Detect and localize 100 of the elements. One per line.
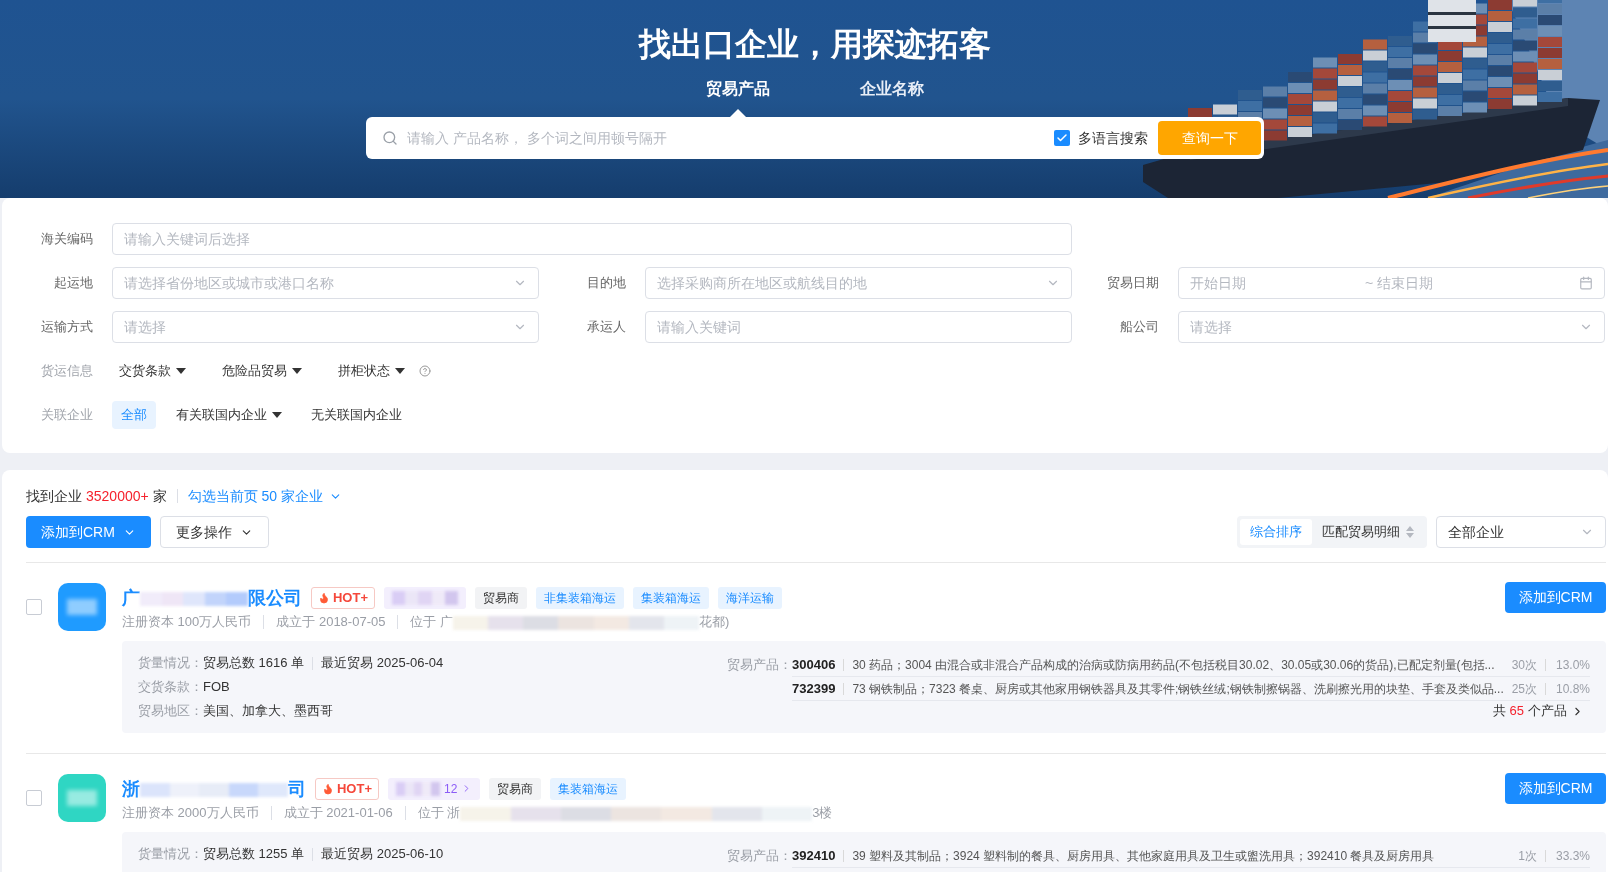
stat-value: 最近贸易 2025-06-04 bbox=[321, 654, 444, 673]
hs-code: 732399 bbox=[792, 679, 836, 698]
stat-value: 贸易总数 1616 单 bbox=[203, 654, 305, 673]
multilang-checkbox[interactable] bbox=[1054, 130, 1070, 146]
row-checkbox[interactable] bbox=[26, 599, 42, 615]
search-tab[interactable]: 贸易产品 bbox=[706, 77, 770, 101]
text-input[interactable]: 请输入关键词 bbox=[645, 311, 1072, 343]
calendar-icon bbox=[1579, 276, 1593, 290]
row-checkbox[interactable] bbox=[26, 790, 42, 806]
hot-label: HOT+ bbox=[332, 588, 368, 607]
text-input[interactable]: 请输入关键词后选择 bbox=[112, 223, 1072, 255]
select-field[interactable]: 请选择省份地区或城市或港口名称 bbox=[112, 267, 539, 299]
type-tag: 贸易商 bbox=[489, 777, 542, 800]
shipping-tag: 集装箱海运 bbox=[632, 586, 709, 609]
stat-value: 最近贸易 2025-06-10 bbox=[321, 845, 444, 864]
company-address: 位于 广 花都) bbox=[410, 613, 730, 632]
filter-label: 目的地 bbox=[586, 274, 627, 293]
more-actions-button[interactable]: 更多操作 bbox=[159, 516, 269, 548]
add-to-crm-button[interactable]: 添加到CRM bbox=[26, 516, 151, 548]
filter-label: 货运信息 bbox=[40, 362, 94, 381]
results-count: 找到企业 3520000+ 家 bbox=[26, 486, 167, 506]
filter-label: 起运地 bbox=[53, 274, 94, 293]
filter-label: 海关编码 bbox=[40, 230, 94, 249]
trade-times: 30次 bbox=[1511, 656, 1537, 674]
end-date-input[interactable]: 结束日期 bbox=[1377, 272, 1579, 294]
select-input[interactable]: 选择采购商所在地区或航线目的地 bbox=[657, 272, 1046, 294]
tab-pointer-icon bbox=[730, 109, 746, 117]
stat-label: 交货条款： bbox=[138, 678, 203, 697]
company-name[interactable]: 广 限公司 bbox=[122, 585, 302, 610]
range-separator: ~ bbox=[1365, 273, 1374, 293]
flame-icon bbox=[317, 591, 330, 604]
add-to-crm-button[interactable]: 添加到CRM bbox=[1505, 582, 1606, 613]
filter-label: 船公司 bbox=[1119, 318, 1160, 337]
stat-label: 贸易地区： bbox=[138, 702, 203, 721]
search-icon bbox=[382, 130, 398, 146]
select-field[interactable]: 请选择 bbox=[1178, 311, 1605, 343]
group-tag[interactable]: 12 bbox=[388, 777, 481, 800]
hot-label: HOT+ bbox=[336, 779, 372, 798]
stat-value: 贸易总数 1255 单 bbox=[203, 845, 305, 864]
sort-option[interactable]: 匹配贸易明细 bbox=[1312, 519, 1424, 545]
sort-option[interactable]: 综合排序 bbox=[1240, 519, 1312, 545]
select-page-link[interactable]: 勾选当前页 50 家企业 bbox=[187, 485, 343, 507]
trade-share: 13.0% bbox=[1554, 656, 1590, 674]
product-total-link[interactable]: 共 65 个产品 bbox=[1492, 701, 1590, 721]
banner-title: 找出口企业，用探迹拓客 bbox=[639, 25, 991, 64]
registered-capital: 注册资本 2000万人民币 bbox=[122, 804, 259, 823]
related-option[interactable]: 无关联国内企业 bbox=[302, 401, 411, 429]
caret-down-icon bbox=[176, 368, 186, 374]
stat-label: 货量情况： bbox=[138, 845, 203, 864]
search-bar[interactable]: 请输入 产品名称， 多个词之间用顿号隔开 多语言搜索 查询一下 bbox=[366, 117, 1264, 159]
founded-date: 成立于 2021-01-06 bbox=[283, 804, 393, 823]
group-tag[interactable] bbox=[384, 586, 466, 609]
select-field[interactable]: 请选择 bbox=[112, 311, 539, 343]
sort-icon bbox=[1406, 526, 1414, 538]
scope-select[interactable]: 全部企业 bbox=[1436, 516, 1606, 548]
select-input[interactable]: 请选择 bbox=[1190, 316, 1579, 338]
filter-dropdown[interactable]: 拼柜状态 bbox=[331, 357, 412, 385]
trade-share: 10.8% bbox=[1554, 680, 1590, 698]
select-input[interactable]: 请选择 bbox=[124, 316, 513, 338]
search-tab[interactable]: 企业名称 bbox=[860, 77, 924, 101]
stat-value: FOB bbox=[203, 678, 230, 697]
stat-label: 货量情况： bbox=[138, 654, 203, 673]
hs-code: 300406 bbox=[792, 655, 836, 674]
trade-times: 1次 bbox=[1518, 847, 1537, 865]
stat-value: 美国、加拿大、墨西哥 bbox=[203, 702, 333, 721]
filter-label: 贸易日期 bbox=[1106, 274, 1160, 293]
shipping-tag: 海洋运输 bbox=[717, 586, 782, 609]
product-description: 30 药品；3004 由混合或非混合产品构成的治病或防病用药品(不包括税目30.02、30.05或30.06的货品),已配定剂量(包括... bbox=[852, 656, 1496, 674]
stat-label: 贸易产品： bbox=[727, 847, 792, 865]
type-tag: 贸易商 bbox=[474, 586, 527, 609]
filter-dropdown[interactable]: 危险品贸易 bbox=[215, 357, 309, 385]
caret-down-icon bbox=[292, 368, 302, 374]
add-to-crm-button[interactable]: 添加到CRM bbox=[1505, 773, 1606, 804]
help-icon[interactable] bbox=[419, 365, 431, 377]
filter-label: 关联企业 bbox=[40, 406, 94, 425]
company-name[interactable]: 浙 司 bbox=[122, 776, 306, 801]
registered-capital: 注册资本 100万人民币 bbox=[122, 613, 252, 632]
hs-code: 392410 bbox=[792, 846, 836, 865]
flame-icon bbox=[321, 782, 334, 795]
check-icon bbox=[1056, 132, 1068, 144]
product-description: 39 塑料及其制品；3924 塑料制的餐具、厨房用具、其他家庭用具及卫生或盥洗用具；392410 餐具及厨房用具 bbox=[852, 847, 1436, 865]
stat-label: 贸易产品： bbox=[727, 656, 792, 674]
shipping-tag: 集装箱海运 bbox=[550, 777, 627, 800]
search-input[interactable]: 请输入 产品名称， 多个词之间用顿号隔开 bbox=[407, 123, 1054, 153]
filter-dropdown[interactable]: 交货条款 bbox=[112, 357, 193, 385]
trade-share: 33.3% bbox=[1554, 847, 1590, 865]
related-option[interactable]: 有关联国内企业 bbox=[167, 401, 291, 429]
multilang-label: 多语言搜索 bbox=[1078, 128, 1148, 148]
select-input[interactable]: 请选择省份地区或城市或港口名称 bbox=[124, 272, 513, 294]
founded-date: 成立于 2018-07-05 bbox=[276, 613, 386, 632]
filter-label: 承运人 bbox=[586, 318, 627, 337]
product-description: 73 钢铁制品；7323 餐桌、厨房或其他家用钢铁器具及其零件;钢铁丝绒;钢铁制擦锅器、洗刷擦光用的块垫、手套及类似品... bbox=[852, 680, 1504, 698]
company-address: 位于 浙 3楼 bbox=[417, 804, 833, 823]
select-field[interactable]: 选择采购商所在地区或航线目的地 bbox=[645, 267, 1072, 299]
start-date-input[interactable]: 开始日期 bbox=[1190, 272, 1360, 294]
caret-down-icon bbox=[395, 368, 405, 374]
trade-times: 25次 bbox=[1511, 680, 1537, 698]
filter-label: 运输方式 bbox=[40, 318, 94, 337]
caret-down-icon bbox=[272, 412, 282, 418]
shipping-tag: 非集装箱海运 bbox=[535, 586, 624, 609]
